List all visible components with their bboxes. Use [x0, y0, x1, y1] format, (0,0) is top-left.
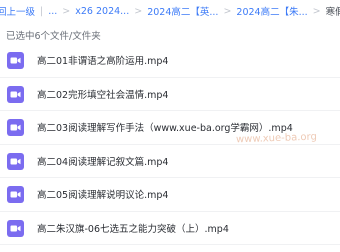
- file-row[interactable]: 高二04阅读理解记叙文篇.mp4: [0, 145, 340, 178]
- file-row[interactable]: 高二03阅读理解写作手法（www.xue-ba.org学霸网）.mp4: [0, 111, 340, 145]
- file-name[interactable]: 高二朱汉旗-06七选五之能力突破（上）.mp4: [37, 221, 229, 235]
- file-name[interactable]: 高二02完形填空社会温情.mp4: [37, 87, 168, 101]
- file-row[interactable]: 高二05阅读理解说明议论.mp4: [0, 178, 340, 212]
- breadcrumb-separator: >: [62, 5, 71, 17]
- breadcrumb-separator: >: [134, 5, 143, 17]
- breadcrumb-item-2024-zhu[interactable]: 2024高二【朱...: [236, 4, 307, 18]
- breadcrumb-back-link[interactable]: 回上一级: [0, 4, 35, 18]
- video-file-icon: [7, 152, 24, 170]
- breadcrumb-separator: >: [312, 5, 321, 17]
- breadcrumb: 回上一级 | ... > x26 2024... > 2024高二【英... >…: [0, 0, 340, 22]
- video-file-icon: [7, 52, 24, 69]
- breadcrumb-ellipsis-link[interactable]: ...: [48, 6, 57, 17]
- file-row[interactable]: 高二02完形填空社会温情.mp4: [0, 78, 340, 111]
- file-list: 高二01非谓语之高阶运用.mp4 高二02完形填空社会温情.mp4 高二03阅读…: [0, 44, 340, 245]
- file-name[interactable]: 高二05阅读理解说明议论.mp4: [37, 187, 168, 201]
- breadcrumb-current-folder: 寒假班: [325, 7, 340, 18]
- breadcrumb-item-2024-english[interactable]: 2024高二【英...: [147, 4, 218, 18]
- file-row[interactable]: 高二朱汉旗-06七选五之能力突破（上）.mp4: [0, 212, 340, 245]
- file-row[interactable]: 高二01非谓语之高阶运用.mp4: [0, 44, 340, 78]
- file-name[interactable]: 高二04阅读理解记叙文篇.mp4: [37, 154, 168, 168]
- video-file-icon: [7, 85, 24, 103]
- video-file-icon: [7, 119, 24, 136]
- breadcrumb-item-x26-2024[interactable]: x26 2024...: [75, 6, 129, 17]
- video-file-icon: [7, 219, 24, 237]
- breadcrumb-separator: |: [40, 5, 44, 17]
- breadcrumb-separator: >: [223, 5, 232, 17]
- video-file-icon: [7, 186, 24, 203]
- file-name[interactable]: 高二03阅读理解写作手法（www.xue-ba.org学霸网）.mp4: [37, 120, 293, 134]
- file-name[interactable]: 高二01非谓语之高阶运用.mp4: [37, 53, 168, 67]
- selection-count: 已选中6个文件/文件夹: [6, 31, 101, 42]
